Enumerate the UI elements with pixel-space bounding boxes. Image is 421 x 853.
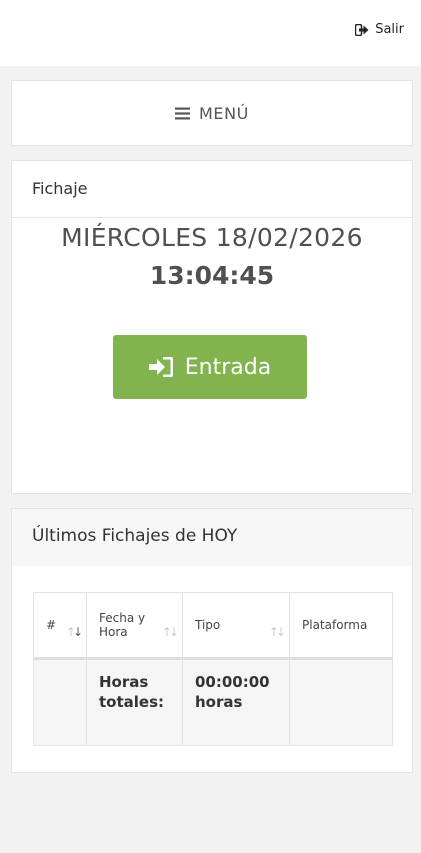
column-header-number[interactable]: # ↑↓	[33, 592, 87, 660]
ultimos-fichajes-card: Últimos Fichajes de HOY # ↑↓ Fecha y Hor…	[11, 508, 413, 773]
fichaje-card: Fichaje MIÉRCOLES 18/02/2026 13:04:45 En…	[11, 160, 413, 494]
total-hours-label: Horas totales:	[86, 658, 183, 746]
current-date: MIÉRCOLES 18/02/2026	[61, 223, 363, 252]
table-cell-plataforma	[289, 658, 393, 746]
current-time: 13:04:45	[149, 261, 275, 290]
entrada-button[interactable]: Entrada	[113, 335, 307, 399]
total-hours-value: 00:00:00 horas	[182, 658, 290, 746]
sign-out-icon	[355, 23, 369, 36]
menu-label: MENÚ	[199, 103, 249, 123]
fichajes-table: # ↑↓ Fecha y Hora ↑↓ Tipo ↑↓ Plataforma	[33, 592, 393, 746]
menu-card: MENÚ	[11, 80, 413, 146]
fichaje-title: Fichaje	[12, 161, 412, 218]
table-row: Horas totales: 00:00:00 horas	[33, 658, 393, 746]
sort-icon: ↑↓	[161, 625, 179, 639]
column-header-plataforma[interactable]: Plataforma	[289, 592, 393, 660]
top-bar: Salir	[0, 0, 421, 66]
column-header-fecha-hora[interactable]: Fecha y Hora ↑↓	[86, 592, 183, 660]
logout-label: Salir	[375, 22, 404, 37]
column-header-tipo[interactable]: Tipo ↑↓	[182, 592, 290, 660]
sort-icon: ↑↓	[268, 625, 286, 639]
menu-button[interactable]: MENÚ	[12, 81, 412, 145]
entrada-label: Entrada	[184, 354, 272, 380]
ultimos-title: Últimos Fichajes de HOY	[12, 509, 412, 566]
hamburger-icon	[175, 107, 190, 120]
sort-icon: ↑↓	[65, 625, 83, 639]
table-cell-number	[33, 658, 87, 746]
sign-in-icon	[148, 357, 173, 377]
logout-button[interactable]: Salir	[355, 22, 404, 37]
